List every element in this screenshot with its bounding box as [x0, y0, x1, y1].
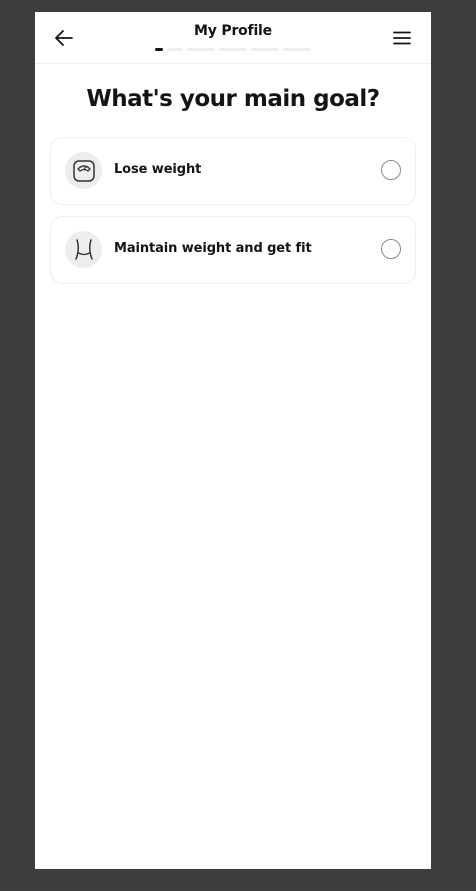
menu-button[interactable]: [390, 26, 414, 50]
progress-segment: [219, 48, 247, 51]
screen: My Profile What's your main goal? Lose w…: [35, 12, 431, 869]
progress-segment: [283, 48, 311, 51]
option-radio[interactable]: [381, 160, 401, 180]
page-title: My Profile: [194, 23, 272, 39]
progress-segment: [251, 48, 279, 51]
option-radio[interactable]: [381, 239, 401, 259]
header: My Profile: [35, 12, 431, 64]
option-lose-weight[interactable]: Lose weight: [50, 137, 416, 205]
question-heading: What's your main goal?: [86, 86, 380, 112]
option-icon-badge: [65, 231, 102, 268]
option-label: Maintain weight and get fit: [114, 241, 312, 256]
waist-icon: [74, 238, 93, 260]
option-label: Lose weight: [114, 162, 202, 177]
scale-icon: [72, 159, 95, 182]
option-maintain-weight[interactable]: Maintain weight and get fit: [50, 216, 416, 284]
progress-indicator: [155, 48, 311, 51]
option-icon-badge: [65, 152, 102, 189]
progress-segment: [187, 48, 215, 51]
hamburger-menu-icon: [393, 31, 411, 45]
progress-segment-current: [155, 48, 163, 51]
progress-segment: [167, 48, 183, 51]
